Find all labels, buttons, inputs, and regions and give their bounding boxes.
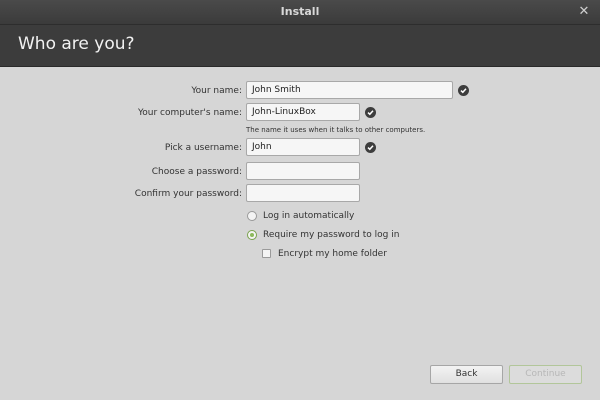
computer-name-hint: The name it uses when it talks to other …	[246, 126, 426, 134]
close-icon[interactable]: ✕	[576, 4, 592, 20]
computer-name-field[interactable]: John-LinuxBox	[246, 103, 360, 121]
require-password-label[interactable]: Require my password to log in	[263, 230, 399, 240]
check-circle-icon	[458, 85, 469, 96]
name-field[interactable]: John Smith	[246, 81, 453, 99]
name-label: Your name:	[191, 86, 242, 96]
radio-selected-dot	[250, 233, 254, 237]
auto-login-radio[interactable]	[247, 211, 257, 221]
confirm-password-field[interactable]	[246, 184, 360, 202]
password-label: Choose a password:	[151, 167, 242, 177]
confirm-password-label: Confirm your password:	[134, 189, 242, 199]
username-field[interactable]: John	[246, 138, 360, 156]
encrypt-home-label[interactable]: Encrypt my home folder	[278, 249, 387, 259]
back-button[interactable]: Back	[430, 365, 503, 384]
continue-button[interactable]: Continue	[509, 365, 582, 384]
check-circle-icon	[365, 142, 376, 153]
require-password-radio[interactable]	[247, 230, 257, 240]
page-header: Who are you?	[0, 25, 600, 67]
encrypt-home-checkbox[interactable]	[262, 249, 271, 258]
auto-login-label[interactable]: Log in automatically	[263, 211, 354, 221]
check-circle-icon	[365, 107, 376, 118]
computer-name-label: Your computer's name:	[137, 108, 242, 118]
page-title: Who are you?	[18, 34, 135, 54]
password-field[interactable]	[246, 162, 360, 180]
username-label: Pick a username:	[164, 143, 242, 153]
title-bar: Install ✕	[0, 0, 600, 25]
installer-window: Install ✕ Who are you? Your name: John S…	[0, 0, 600, 400]
window-title: Install	[280, 5, 320, 18]
